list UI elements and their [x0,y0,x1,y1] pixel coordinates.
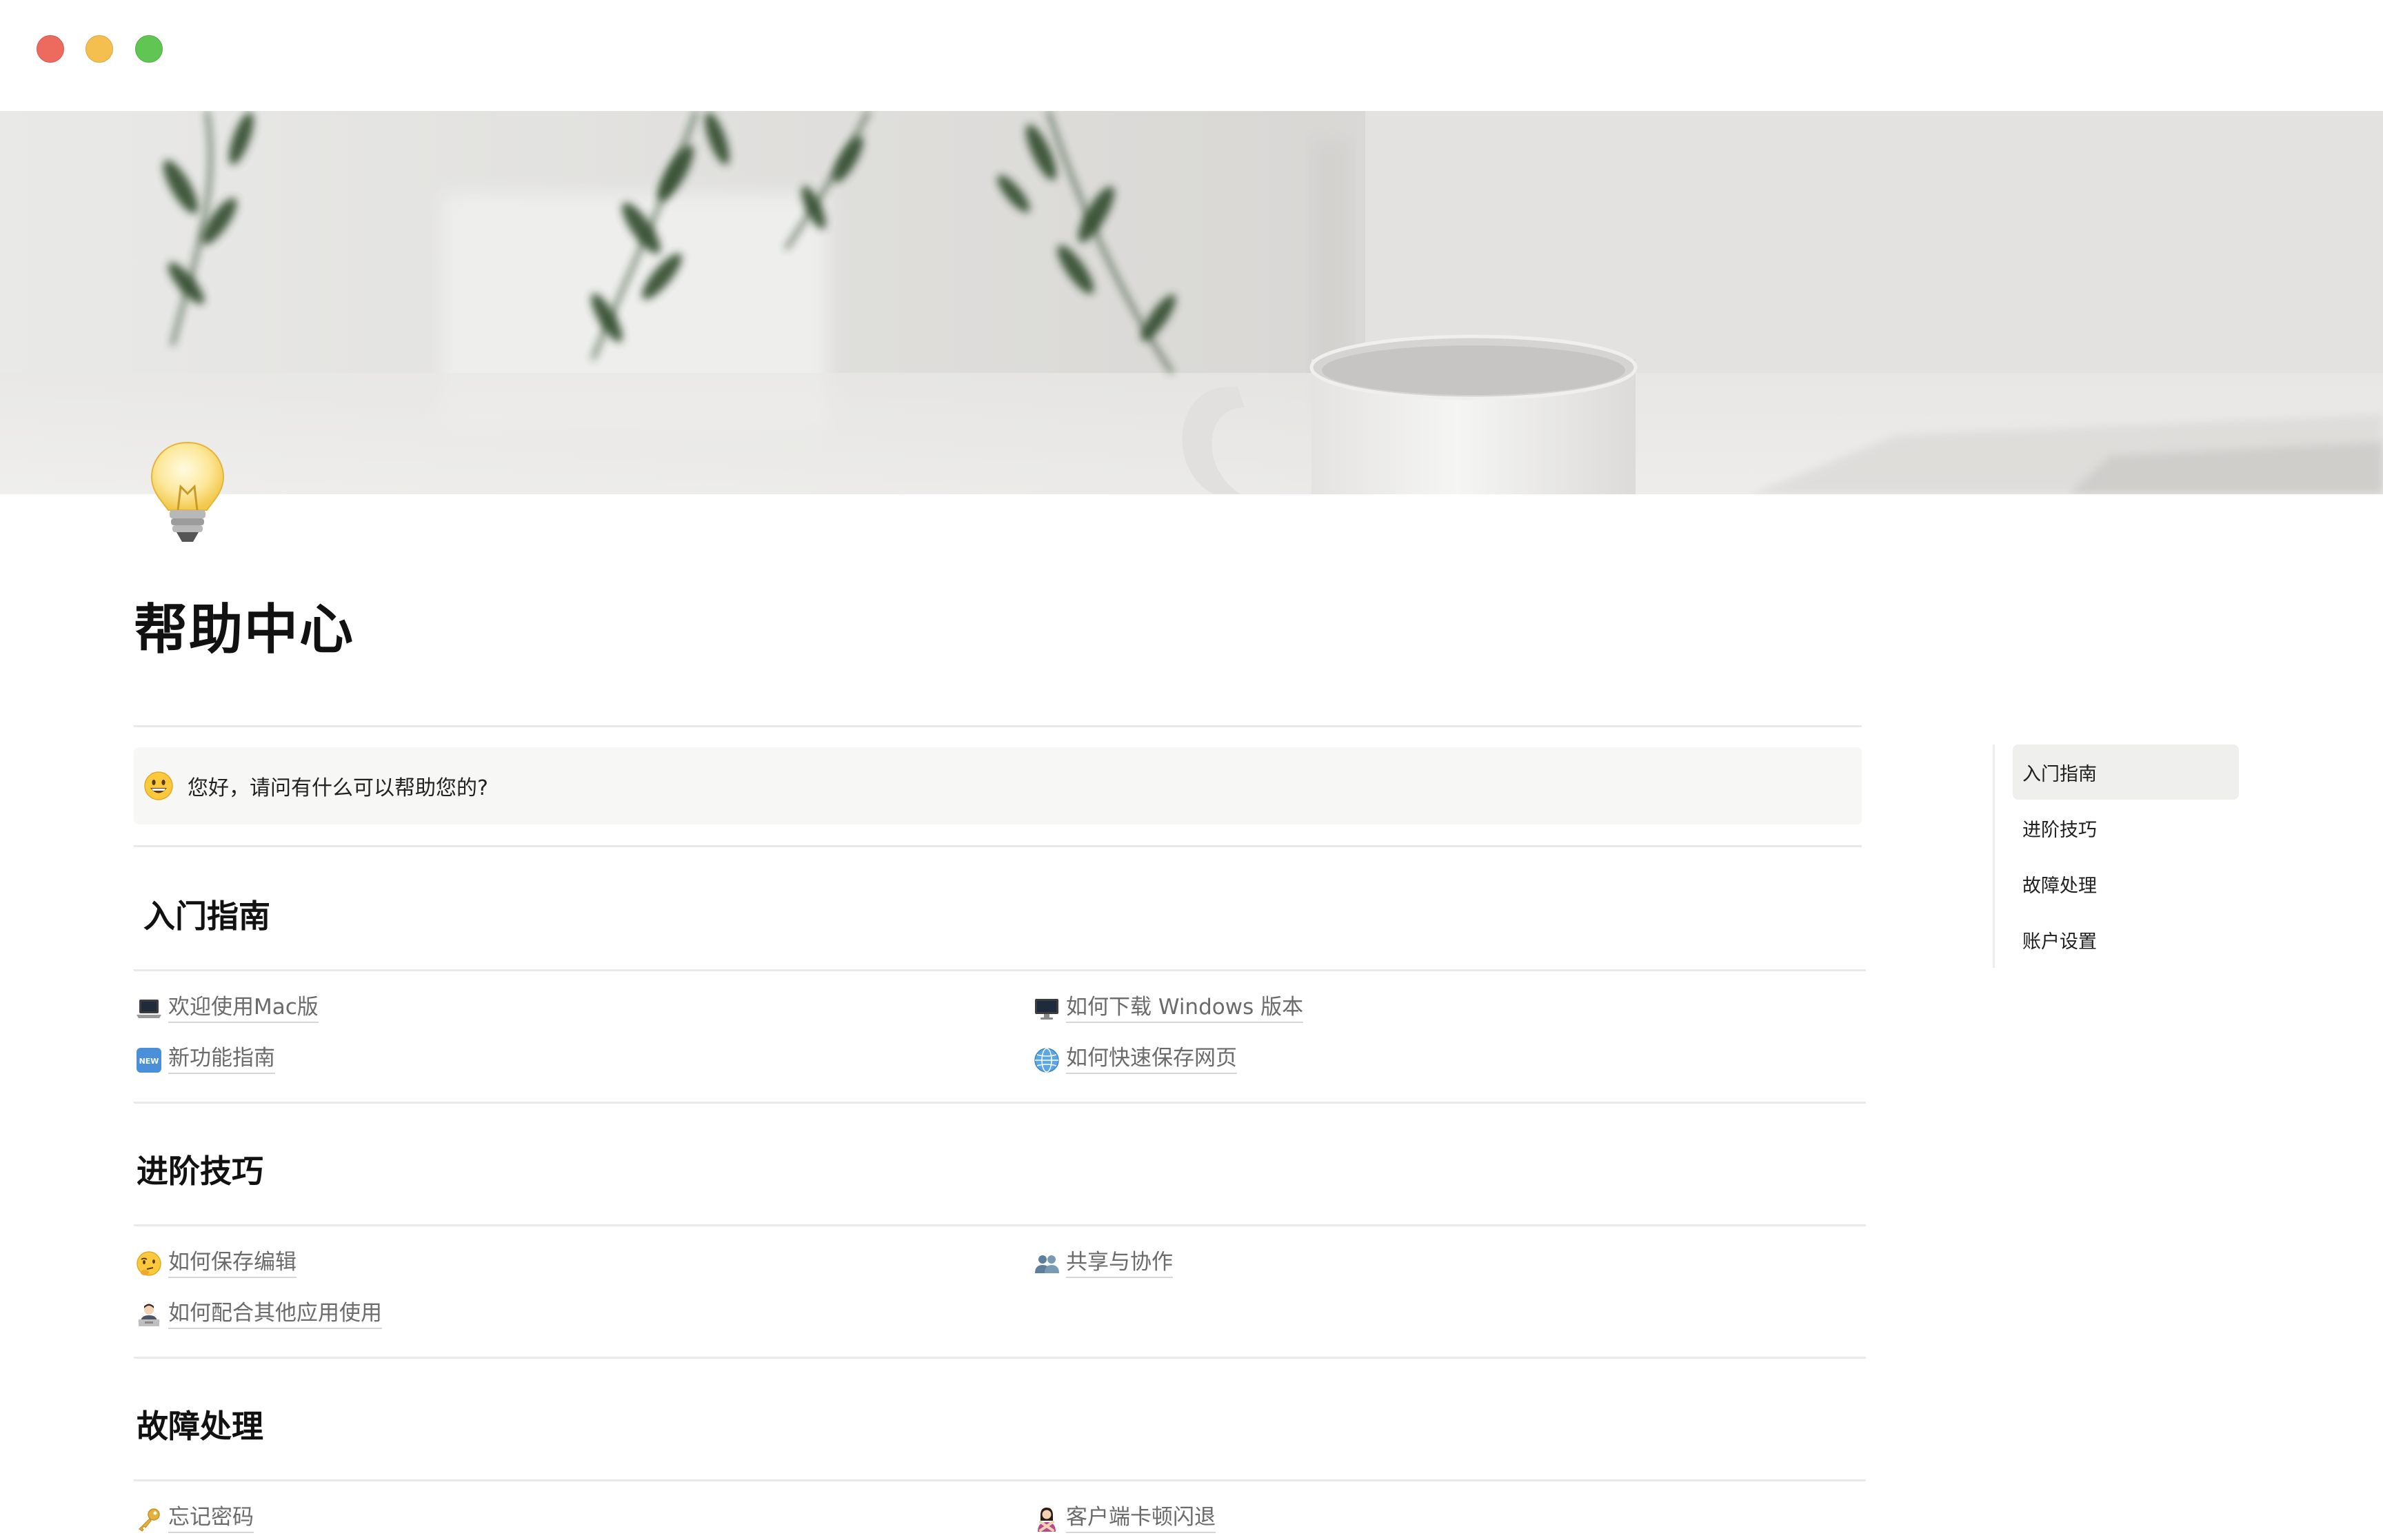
table-of-contents: 入门指南 进阶技巧 故障处理 账户设置 [1993,744,2241,968]
section-heading-getting-started[interactable]: 入门指南 [143,898,270,935]
link-other-apps[interactable]: 如何配合其他应用使用 [135,1296,382,1335]
desktop-computer-icon [1033,995,1060,1023]
minimize-window-button[interactable] [86,35,113,63]
link-label: 客户端卡顿闪退 [1066,1505,1216,1534]
toc-item-advanced-tips[interactable]: 进阶技巧 [2013,800,2239,855]
link-forgot-password[interactable]: 忘记密码 [135,1500,254,1539]
link-share-collaborate[interactable]: 共享与协作 [1033,1245,1173,1284]
link-new-features[interactable]: NEW 新功能指南 [135,1041,275,1080]
link-label: 如何快速保存网页 [1066,1046,1237,1075]
divider [134,845,1862,847]
page-title[interactable]: 帮助中心 [134,598,354,663]
people-icon [1033,1250,1060,1278]
lightbulb-icon[interactable] [146,438,229,549]
link-label: 如何配合其他应用使用 [168,1301,382,1330]
toc-item-troubleshooting[interactable]: 故障处理 [2013,856,2239,911]
person-gesturing-no-icon [1033,1506,1060,1533]
zoom-window-button[interactable] [135,35,163,63]
divider [134,969,1866,971]
thinking-face-icon [135,1250,163,1278]
page-cover-image [0,111,2383,494]
divider [134,1102,1866,1104]
grinning-face-icon [143,771,174,801]
toc-item-getting-started[interactable]: 入门指南 [2013,744,2239,800]
section-heading-advanced-tips[interactable]: 进阶技巧 [137,1153,263,1191]
technologist-icon [135,1301,163,1329]
link-client-crash[interactable]: 客户端卡顿闪退 [1033,1500,1216,1539]
callout-text: 您好，请问有什么可以帮助您的? [188,776,488,800]
divider [134,1224,1866,1226]
link-label: 如何下载 Windows 版本 [1066,995,1304,1024]
divider [134,1357,1866,1359]
laptop-icon [135,995,163,1023]
window-titlebar [0,0,2383,111]
link-label: 共享与协作 [1066,1250,1173,1279]
link-label: 新功能指南 [168,1046,275,1075]
link-save-webpage[interactable]: 如何快速保存网页 [1033,1041,1237,1080]
divider [134,1479,1866,1481]
link-welcome-mac[interactable]: 欢迎使用Mac版 [135,990,319,1029]
divider [134,725,1862,727]
globe-icon [1033,1046,1060,1074]
link-label: 忘记密码 [168,1505,254,1534]
toc-item-account-settings[interactable]: 账户设置 [2013,912,2239,967]
link-download-windows[interactable]: 如何下载 Windows 版本 [1033,990,1304,1029]
callout-block[interactable]: 您好，请问有什么可以帮助您的? [134,747,1862,824]
link-save-edits[interactable]: 如何保存编辑 [135,1245,296,1284]
svg-text:NEW: NEW [139,1057,159,1066]
section-heading-troubleshooting[interactable]: 故障处理 [137,1408,263,1446]
link-label: 欢迎使用Mac版 [168,995,319,1024]
key-icon [135,1506,163,1533]
close-window-button[interactable] [37,35,64,63]
link-label: 如何保存编辑 [168,1250,296,1279]
new-badge-icon: NEW [135,1046,163,1074]
